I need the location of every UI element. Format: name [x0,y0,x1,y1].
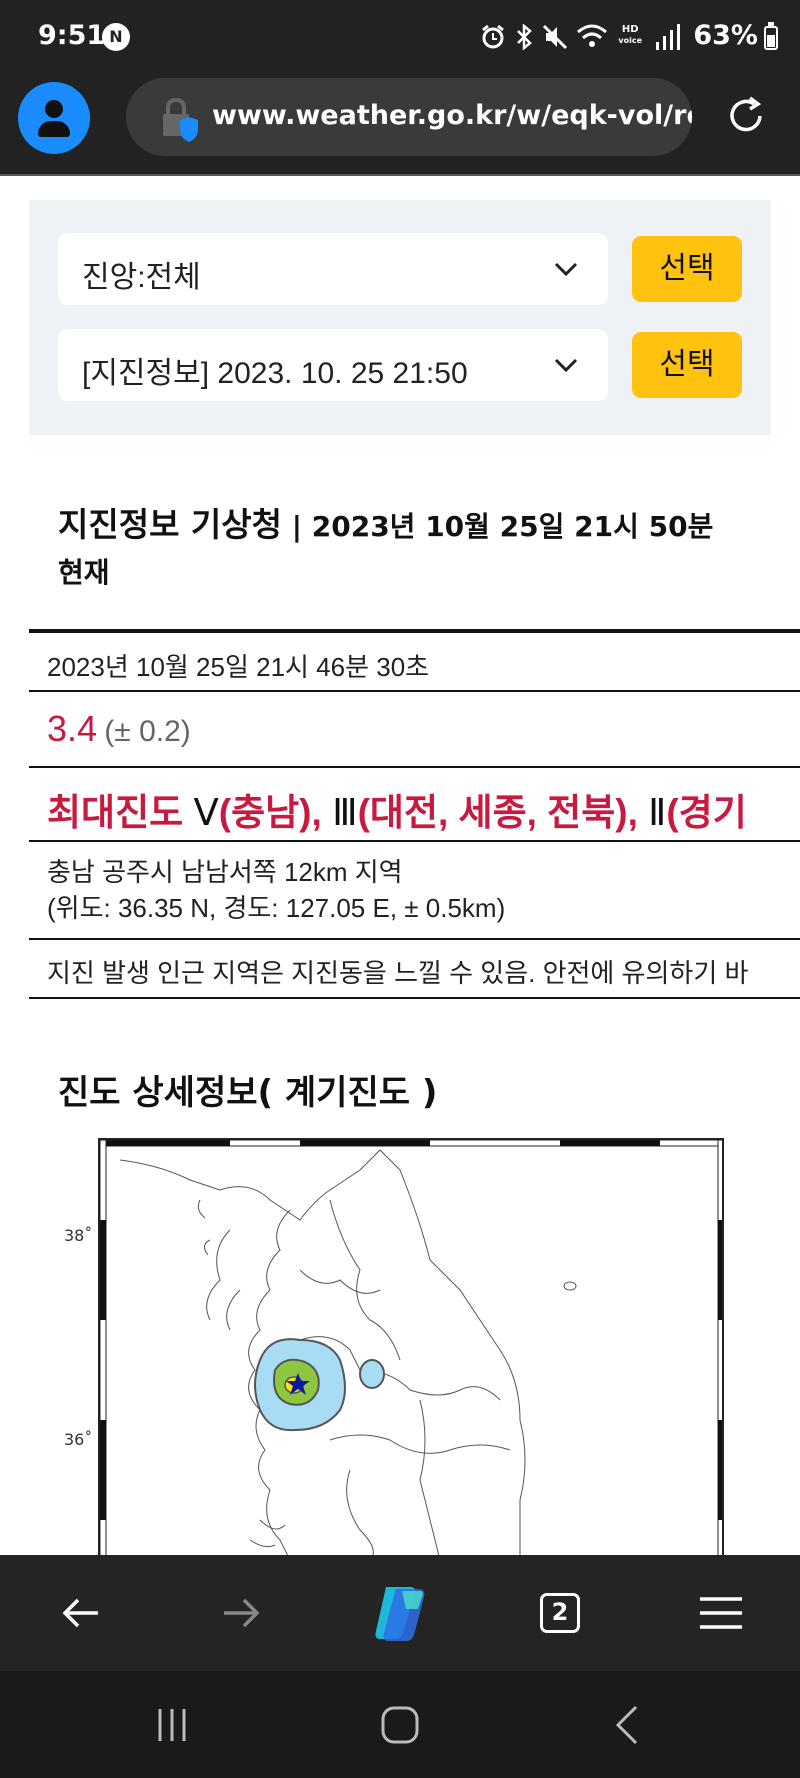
korea-outline [119,1149,577,1556]
intensity-contours [254,1338,385,1432]
report-title: 지진정보 기상청 | 2023년 10월 25일 21시 50분 현재 [58,502,758,596]
table-row-notice: 지진 발생 인근 지역은 지진동을 느낄 수 있음. 안전에 유의하기 바 [29,940,800,999]
intensity-ii: Ⅱ [648,792,667,833]
recent-apps-icon[interactable] [152,1705,192,1745]
alarm-icon [482,24,504,49]
select-button-epicenter[interactable]: 선택 [632,236,742,302]
table-row-time: 2023년 10월 25일 21시 46분 30초 [29,629,800,692]
tab-count: 2 [540,1593,580,1633]
epicenter-coordinates: (위도: 36.35 N, 경도: 127.05 E, ± 0.5km) [47,893,506,923]
mute-icon [542,24,568,50]
report-select-value: [지진정보] 2023. 10. 25 21:50 [82,357,468,390]
system-nav [0,1671,800,1778]
tabs-icon[interactable]: 2 [530,1583,590,1643]
table-row-intensity: 최대진도 Ⅴ(충남), Ⅲ(대전, 세종, 전북), Ⅱ(경기 [29,768,800,842]
epicenter-location: 충남 공주시 남남서쪽 12km 지역 [47,857,403,887]
report-subtitle: 2023년 10월 25일 21시 50분 [311,510,714,543]
magnitude-range: (± 0.2) [104,715,191,748]
magnitude-value: 3.4 [47,708,98,749]
lat-label-36: 36˚ [64,1430,93,1449]
epicenter-select-value: 진앙:전체 [82,261,201,294]
address-bar[interactable]: www.weather.go.kr/w/eqk-vol/re [126,78,692,156]
copilot-icon[interactable] [366,1579,434,1647]
menu-icon[interactable] [690,1583,750,1643]
bluetooth-icon [517,24,532,50]
table-row-location: 충남 공주시 남남서쪽 12km 지역 (위도: 36.35 N, 경도: 12… [29,842,800,940]
hd-voice-icon: HD voice [618,24,642,45]
intensity-v-region: (충남), [218,792,322,833]
signal-icon [656,24,680,50]
selector-panel: 진앙:전체 선택 [지진정보] 2023. 10. 25 21:50 선택 [29,200,771,435]
url-text[interactable]: www.weather.go.kr/w/eqk-vol/re [212,100,692,131]
table-row-magnitude: 3.4 (± 0.2) [29,692,800,768]
intensity-iii: Ⅲ [332,792,358,833]
max-intensity-label: 최대진도 [47,792,184,833]
battery-percent: 63% [693,20,758,51]
safety-notice: 지진 발생 인근 지역은 지진동을 느낄 수 있음. 안전에 유의하기 바 [47,958,749,988]
intensity-v: Ⅴ [193,792,219,833]
browser-toolbar: www.weather.go.kr/w/eqk-vol/re [0,74,800,176]
epicenter-select[interactable]: 진앙:전체 [58,233,608,305]
intensity-ii-region: (경기 [666,792,747,833]
back-arrow-icon[interactable] [52,1583,112,1643]
lock-shield-icon[interactable] [158,96,198,142]
home-icon[interactable] [378,1703,422,1747]
notification-icon: N [102,23,130,51]
wifi-icon [577,24,607,47]
back-icon[interactable] [608,1703,648,1747]
chevron-down-icon [554,358,578,373]
report-subtitle-line2: 현재 [58,556,110,589]
title-separator: | [282,510,312,543]
origin-time: 2023년 10월 25일 21시 46분 30초 [47,652,430,682]
browser-bottom-nav: 2 [0,1555,800,1671]
select-button-report[interactable]: 선택 [632,332,742,398]
intensity-iii-region: (대전, 세종, 전북), [357,792,638,833]
intensity-zone-outer-east [359,1359,385,1389]
report-select[interactable]: [지진정보] 2023. 10. 25 21:50 [58,329,608,401]
earthquake-info-table: 2023년 10월 25일 21시 46분 30초 3.4 (± 0.2) 최대… [29,629,800,999]
avatar-icon[interactable] [18,82,90,154]
report-title-main: 지진정보 기상청 [58,505,283,544]
status-bar: 9:51 N HD voice 63% [0,0,800,74]
intensity-map-svg [100,1140,722,1556]
chevron-down-icon [554,262,578,277]
battery-icon [764,22,778,50]
status-time: 9:51 [38,20,106,51]
reload-icon[interactable] [724,94,768,138]
lat-label-38: 38˚ [64,1226,93,1245]
intensity-detail-title: 진도 상세정보( 계기진도 ) [58,1073,438,1113]
intensity-map[interactable] [98,1138,724,1558]
forward-arrow-icon[interactable] [210,1583,270,1643]
